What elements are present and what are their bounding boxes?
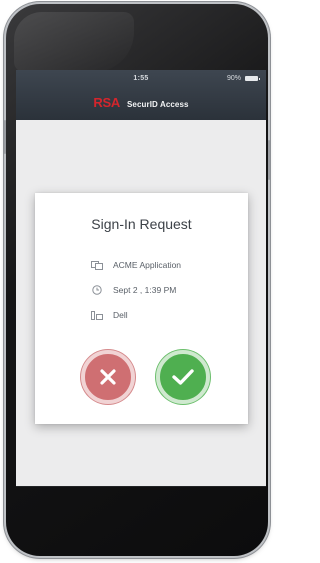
detail-row-application: ACME Application <box>91 260 181 270</box>
check-icon <box>172 369 194 385</box>
power-button <box>268 140 270 180</box>
card-title: Sign-In Request <box>91 216 192 232</box>
status-right: 90% <box>226 75 260 82</box>
detail-row-date: Sept 2 , 1:39 PM <box>91 285 176 295</box>
approve-button[interactable] <box>156 350 210 404</box>
detail-row-device: Dell <box>91 310 128 320</box>
device-name: Dell <box>113 310 128 320</box>
rsa-logo: RSA <box>93 95 120 110</box>
device-icon <box>91 310 103 320</box>
phone-screen: 1:55 90% RSA SecurID Access Sign-In Requ… <box>16 70 266 486</box>
app-name: SecurID Access <box>126 100 189 109</box>
phone-sheen <box>14 12 134 72</box>
sign-in-request-card: Sign-In Request ACME Application Sept 2 … <box>35 193 248 424</box>
battery-icon <box>245 76 260 81</box>
close-icon <box>100 369 116 385</box>
app-header: 1:55 90% RSA SecurID Access <box>16 70 266 120</box>
clock-icon <box>91 285 103 295</box>
battery-percent: 90% <box>226 75 241 82</box>
brand: RSA SecurID Access <box>16 95 266 110</box>
request-datetime: Sept 2 , 1:39 PM <box>113 285 177 295</box>
page: 1:55 90% RSA SecurID Access Sign-In Requ… <box>0 0 276 563</box>
bottom-bezel-edge <box>16 486 266 487</box>
application-icon <box>91 260 103 270</box>
application-name: ACME Application <box>113 260 182 270</box>
volume-button <box>4 120 6 154</box>
deny-button[interactable] <box>81 350 135 404</box>
status-bar: 1:55 90% <box>16 70 266 88</box>
